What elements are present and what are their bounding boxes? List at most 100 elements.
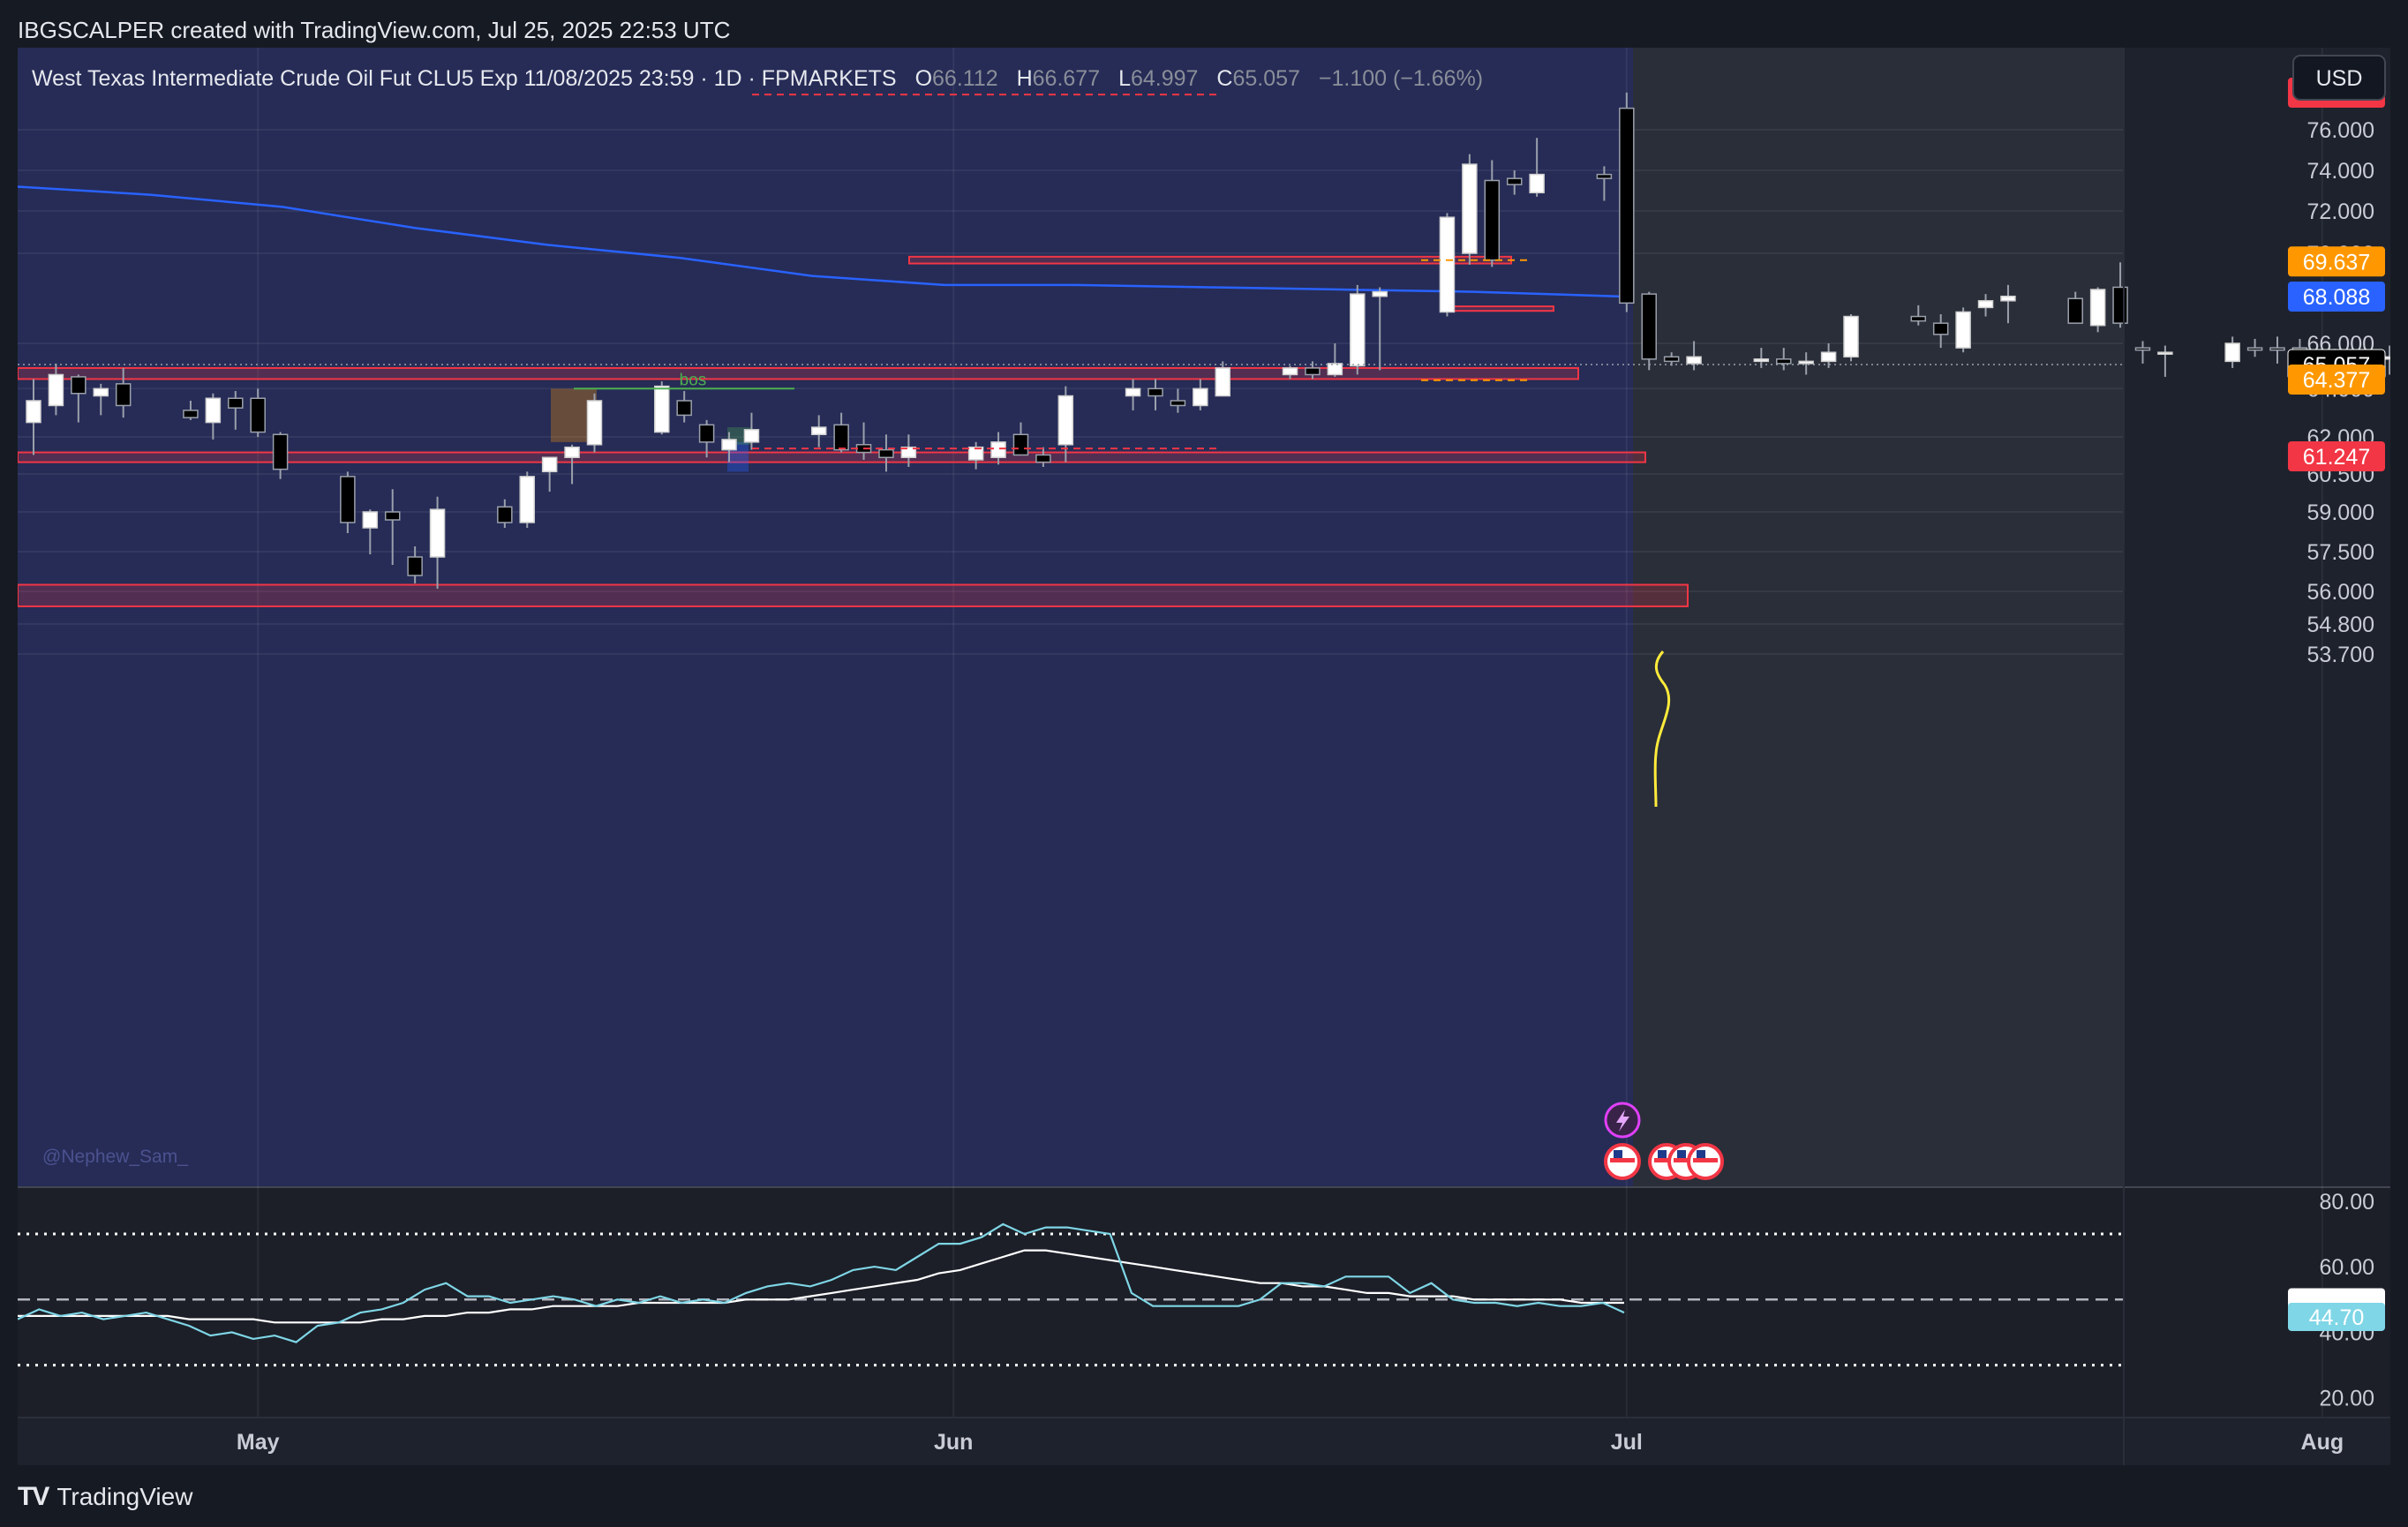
candle-bullish <box>2000 295 2016 302</box>
candle-bullish <box>541 456 558 473</box>
candle-bullish <box>564 446 580 459</box>
candle-bearish <box>1619 107 1635 305</box>
candle-bearish <box>2134 347 2151 351</box>
demand-zone-deep <box>18 583 1689 607</box>
candle-bearish <box>1663 356 1680 363</box>
candle-bullish <box>1955 311 1971 349</box>
chart-attribution-header: IBGSCALPER created with TradingView.com,… <box>18 12 730 48</box>
candle-bearish <box>1506 177 1523 185</box>
price-tick-label: 74.000 <box>2307 159 2374 184</box>
price-tick-label: 76.000 <box>2307 118 2374 143</box>
legend-high-value: 66.677 <box>1033 66 1100 91</box>
candle-bullish <box>429 508 446 558</box>
candle-bearish <box>228 397 244 409</box>
tradingview-brand: TradingView <box>56 1483 193 1510</box>
candle-bearish <box>1012 433 1029 456</box>
price-tag-label: 69.637 <box>2303 250 2370 275</box>
candle-bullish <box>2224 342 2240 363</box>
candle-bullish <box>1215 367 1231 397</box>
price-tag-label: 61.247 <box>2303 445 2370 470</box>
candle-bullish <box>1193 387 1208 407</box>
candle-bearish <box>1305 367 1321 376</box>
candle-bearish <box>1148 387 1163 397</box>
candle-bearish <box>1776 358 1792 365</box>
rsi-tick-label: 80.00 <box>2319 1190 2374 1215</box>
price-tag-label: 68.088 <box>2303 285 2370 310</box>
candle-bullish <box>1462 163 1478 254</box>
candle-bullish <box>2157 351 2173 355</box>
price-axis[interactable]: 76.00074.00072.00070.00066.00064.00062.0… <box>2287 78 2386 667</box>
candle-bullish <box>1350 293 1366 367</box>
candle-bearish <box>1035 454 1051 463</box>
watermark: @Nephew_Sam_ <box>42 1147 188 1167</box>
candle-bearish <box>1641 293 1657 360</box>
candle-bullish <box>810 426 827 436</box>
time-tick-label: May <box>237 1430 280 1455</box>
rsi-value-label: 44.70 <box>2309 1305 2365 1330</box>
legend-change: −1.100 (−1.66%) <box>1319 66 1483 91</box>
candle-bullish <box>1798 360 1814 365</box>
legend-line: West Texas Intermediate Crude Oil Fut CL… <box>32 66 1483 91</box>
candle-bullish <box>26 400 41 424</box>
attribution-text: IBGSCALPER created with TradingView.com,… <box>18 17 731 43</box>
candle-bearish <box>2067 297 2083 324</box>
candle-bearish <box>497 506 513 523</box>
supply-zone-small <box>1441 305 1554 312</box>
candle-bullish <box>1125 387 1141 397</box>
candle-bullish <box>743 429 760 443</box>
candle-bearish <box>407 556 423 576</box>
us-flag-icon[interactable] <box>1604 1143 1641 1180</box>
candle-bullish <box>1977 300 1994 309</box>
time-axis[interactable]: MayJunJulAugSep <box>18 1417 2390 1455</box>
candle-bullish <box>990 441 1006 459</box>
time-tick-label: Aug <box>2301 1430 2344 1455</box>
legend-high-label: H <box>1017 66 1033 91</box>
candle-bearish <box>1484 179 1501 261</box>
currency-button[interactable]: USD <box>2292 55 2386 101</box>
candle-bearish <box>183 410 199 418</box>
candle-bullish <box>1327 363 1343 376</box>
candle-bearish <box>272 433 289 470</box>
legend-open-value: 66.112 <box>932 66 998 91</box>
rsi-pane-bg <box>18 1188 2390 1418</box>
legend-close-label: C <box>1216 66 1232 91</box>
candle-bullish <box>362 511 379 529</box>
rsi-tick-label: 60.00 <box>2319 1255 2374 1280</box>
candle-bullish <box>1753 358 1770 363</box>
legend-low-label: L <box>1118 66 1131 91</box>
candle-bullish <box>721 439 737 451</box>
price-tick-label: 53.700 <box>2307 643 2374 667</box>
candle-bearish <box>384 511 401 521</box>
chart-area[interactable]: bos 76.00074.00072.00070.00066.00064.000… <box>18 48 2390 1465</box>
candle-bearish <box>1596 173 1613 179</box>
legend-close-value: 65.057 <box>1232 66 1299 91</box>
candle-bullish <box>1820 351 1837 363</box>
candle-bullish <box>1057 395 1074 446</box>
candle-bearish <box>71 376 87 395</box>
time-tick-label: Jul <box>1611 1430 1643 1455</box>
candle-bearish <box>2112 286 2128 324</box>
candle-bullish <box>1372 290 1388 297</box>
candle-bearish <box>2269 347 2285 351</box>
candle-bullish <box>93 387 109 397</box>
legend-open-label: O <box>915 66 932 91</box>
price-tick-label: 72.000 <box>2307 199 2374 224</box>
rsi-tick-label: 20.00 <box>2319 1387 2374 1411</box>
legend-low-value: 64.997 <box>1131 66 1198 91</box>
us-flag-icon[interactable] <box>1687 1143 1724 1180</box>
candle-bearish <box>1932 322 1949 335</box>
highlight-region <box>18 48 1633 1186</box>
time-tick-label: Jun <box>934 1430 973 1455</box>
supply-zone <box>908 255 1512 265</box>
candle-bearish <box>250 397 266 433</box>
candle-bullish <box>205 397 222 424</box>
candle-bullish <box>586 400 603 446</box>
candle-bullish <box>654 385 670 433</box>
price-tick-label: 57.500 <box>2307 540 2374 565</box>
candle-bearish <box>340 476 356 523</box>
price-chart-svg[interactable]: bos 76.00074.00072.00070.00066.00064.000… <box>18 48 2390 1465</box>
tradingview-footer: TV TradingView <box>18 1476 192 1518</box>
candle-bullish <box>1686 356 1702 365</box>
price-tag-label: 64.377 <box>2303 368 2370 393</box>
price-tick-label: 59.000 <box>2307 500 2374 525</box>
